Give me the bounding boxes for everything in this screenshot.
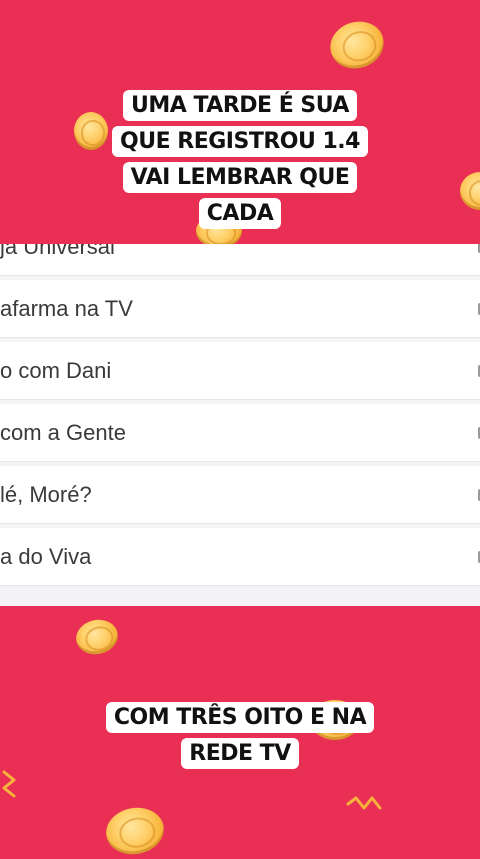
coin-icon [324,14,390,76]
list-item-label: com a Gente [0,419,126,445]
top-caption: UMA TARDE É SUA QUE REGISTROU 1.4 VAI LE… [0,88,480,232]
list-item[interactable]: a do Viva [0,528,480,586]
coin-icon [102,803,168,859]
program-list: ja Universal afarma na TV o com Dani com… [0,244,480,606]
squiggle-icon [346,796,382,810]
caption-line: CADA [198,198,282,229]
list-item-label: lé, Moré? [0,481,92,507]
coin-icon [72,616,122,658]
caption-line: QUE REGISTROU 1.4 [112,126,368,157]
list-item[interactable]: ja Universal [0,244,480,276]
list-item-label: afarma na TV [0,295,133,321]
caption-line: COM TRÊS OITO E NA [105,702,375,733]
caption-line: UMA TARDE É SUA [123,90,357,121]
list-item[interactable]: com a Gente [0,404,480,462]
list-item[interactable]: o com Dani [0,342,480,400]
list-item-label: o com Dani [0,357,112,383]
caption-line: REDE TV [181,738,299,769]
caption-line: VAI LEMBRAR QUE [122,162,358,193]
squiggle-icon [2,770,16,798]
bottom-caption: COM TRÊS OITO E NA REDE TV [0,700,480,772]
list-item[interactable]: afarma na TV [0,280,480,338]
list-item-label: a do Viva [0,543,92,569]
list-item[interactable]: lé, Moré? [0,466,480,524]
list-item-label: ja Universal [0,244,115,259]
